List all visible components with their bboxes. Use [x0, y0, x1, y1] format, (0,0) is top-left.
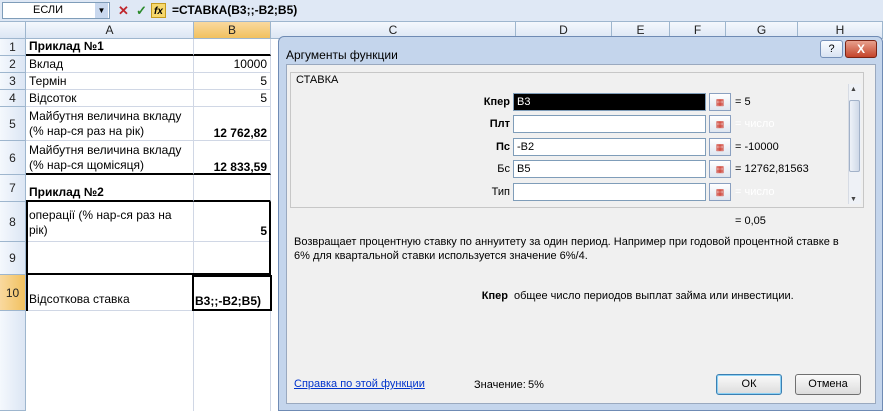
- row-header-9[interactable]: 9: [0, 242, 26, 275]
- row-header-empty: [0, 311, 26, 411]
- help-button[interactable]: ?: [820, 40, 843, 58]
- range-border-row-10: [26, 275, 28, 311]
- row-header-5[interactable]: 5: [0, 107, 26, 141]
- cell-a6-line2: (% нар-ся щомісяця): [29, 158, 144, 172]
- cancel-formula-icon[interactable]: ✕: [116, 3, 131, 18]
- cell-a6[interactable]: Майбутня величина вкладу (% нар-ся щоміс…: [26, 141, 194, 175]
- cell-b1[interactable]: [194, 39, 271, 56]
- row-header-2[interactable]: 2: [0, 56, 26, 73]
- collapse-dialog-icon[interactable]: ▦: [709, 183, 731, 201]
- grid-column-a: [26, 311, 194, 411]
- row-header-7[interactable]: 7: [0, 175, 26, 202]
- scroll-down-icon[interactable]: ▼: [850, 196, 857, 203]
- cell-a3[interactable]: Термін: [26, 73, 194, 90]
- value-display: 5%: [528, 379, 544, 391]
- enter-formula-icon[interactable]: ✓: [134, 3, 149, 18]
- collapse-dialog-icon[interactable]: ▦: [709, 160, 731, 178]
- cell-b10-active[interactable]: B3;;-B2;B5): [192, 275, 272, 311]
- formula-result: = 0,05: [735, 215, 766, 227]
- arg-result-fv: = 12762,81563: [735, 163, 809, 175]
- arg-label-type: Тип: [491, 186, 510, 198]
- arg-result-type: = число: [735, 186, 775, 198]
- cell-a4[interactable]: Відсоток: [26, 90, 194, 107]
- function-name-label: СТАВКА: [294, 74, 341, 86]
- cell-a8[interactable]: операції (% нар-ся раз на рік): [26, 202, 194, 242]
- arg-result-pv: = -10000: [735, 141, 779, 153]
- cell-a5-line2: (% нар-ся раз на рік): [29, 124, 145, 138]
- cell-a10[interactable]: Відсоткова ставка: [26, 275, 194, 311]
- arg-input-fv[interactable]: B5: [513, 160, 706, 178]
- insert-function-icon[interactable]: fx: [151, 3, 166, 18]
- column-header-b[interactable]: B: [194, 22, 271, 39]
- row-header-1[interactable]: 1: [0, 39, 26, 56]
- arg-input-pmt[interactable]: [513, 115, 706, 133]
- cell-b7[interactable]: [194, 175, 271, 202]
- formula-input[interactable]: =СТАВКА(B3;;-B2;B5): [172, 3, 297, 17]
- row-header-6[interactable]: 6: [0, 141, 26, 175]
- function-help-link[interactable]: Справка по этой функции: [294, 378, 425, 390]
- ok-button[interactable]: ОК: [716, 374, 782, 395]
- collapse-dialog-icon[interactable]: ▦: [709, 115, 731, 133]
- row-header-3[interactable]: 3: [0, 73, 26, 90]
- collapse-dialog-icon[interactable]: ▦: [709, 138, 731, 156]
- scrollbar-thumb[interactable]: [849, 100, 860, 172]
- arg-label-fv: Бс: [497, 163, 510, 175]
- cell-a7[interactable]: Приклад №2: [26, 175, 194, 202]
- row-header-8[interactable]: 8: [0, 202, 26, 242]
- collapse-dialog-icon[interactable]: ▦: [709, 93, 731, 111]
- arg-label-pmt: Плт: [489, 118, 510, 130]
- arg-input-type[interactable]: [513, 183, 706, 201]
- cell-b5[interactable]: 12 762,82: [194, 107, 271, 141]
- arg-label-pv: Пс: [495, 141, 510, 153]
- close-button[interactable]: X: [845, 40, 877, 58]
- cell-a8-line2: рік): [29, 223, 48, 237]
- column-header-a[interactable]: A: [26, 22, 194, 39]
- cell-b9[interactable]: [194, 242, 271, 275]
- cell-b2[interactable]: 10000: [194, 56, 271, 73]
- name-box[interactable]: ЕСЛИ: [2, 2, 110, 19]
- cell-a5[interactable]: Майбутня величина вкладу (% нар-ся раз н…: [26, 107, 194, 141]
- cell-b6[interactable]: 12 833,59: [194, 141, 271, 175]
- cell-a1[interactable]: Приклад №1: [26, 39, 194, 56]
- cell-b8[interactable]: 5: [194, 202, 271, 242]
- cell-a8-line1: операції (% нар-ся раз на: [29, 208, 172, 222]
- value-label: Значение:: [474, 379, 526, 391]
- arg-input-nper[interactable]: B3: [513, 93, 706, 111]
- arg-help-name: Кпер: [481, 290, 508, 302]
- arg-result-pmt: = число: [735, 118, 775, 130]
- cell-a9[interactable]: [26, 242, 194, 275]
- formula-bar: [0, 0, 883, 22]
- dialog-title: Аргументы функции: [286, 48, 398, 62]
- cell-a5-line1: Майбутня величина вкладу: [29, 109, 182, 123]
- cell-a6-line1: Майбутня величина вкладу: [29, 143, 182, 157]
- grid-column-b: [194, 311, 271, 411]
- arg-help-text: общее число периодов выплат займа или ин…: [514, 290, 794, 302]
- arg-input-pv[interactable]: -B2: [513, 138, 706, 156]
- function-description: Возвращает процентную ставку по аннуитет…: [294, 236, 839, 262]
- arg-result-nper: = 5: [735, 96, 751, 108]
- cell-a2[interactable]: Вклад: [26, 56, 194, 73]
- cell-b3[interactable]: 5: [194, 73, 271, 90]
- cancel-button[interactable]: Отмена: [795, 374, 861, 395]
- name-box-dropdown-icon[interactable]: ▼: [95, 3, 108, 18]
- row-header-10[interactable]: 10: [0, 275, 26, 311]
- scroll-up-icon[interactable]: ▲: [850, 86, 857, 93]
- row-header-4[interactable]: 4: [0, 90, 26, 107]
- cell-b4[interactable]: 5: [194, 90, 271, 107]
- arg-label-nper: Кпер: [483, 96, 510, 108]
- select-all-corner[interactable]: [0, 22, 26, 39]
